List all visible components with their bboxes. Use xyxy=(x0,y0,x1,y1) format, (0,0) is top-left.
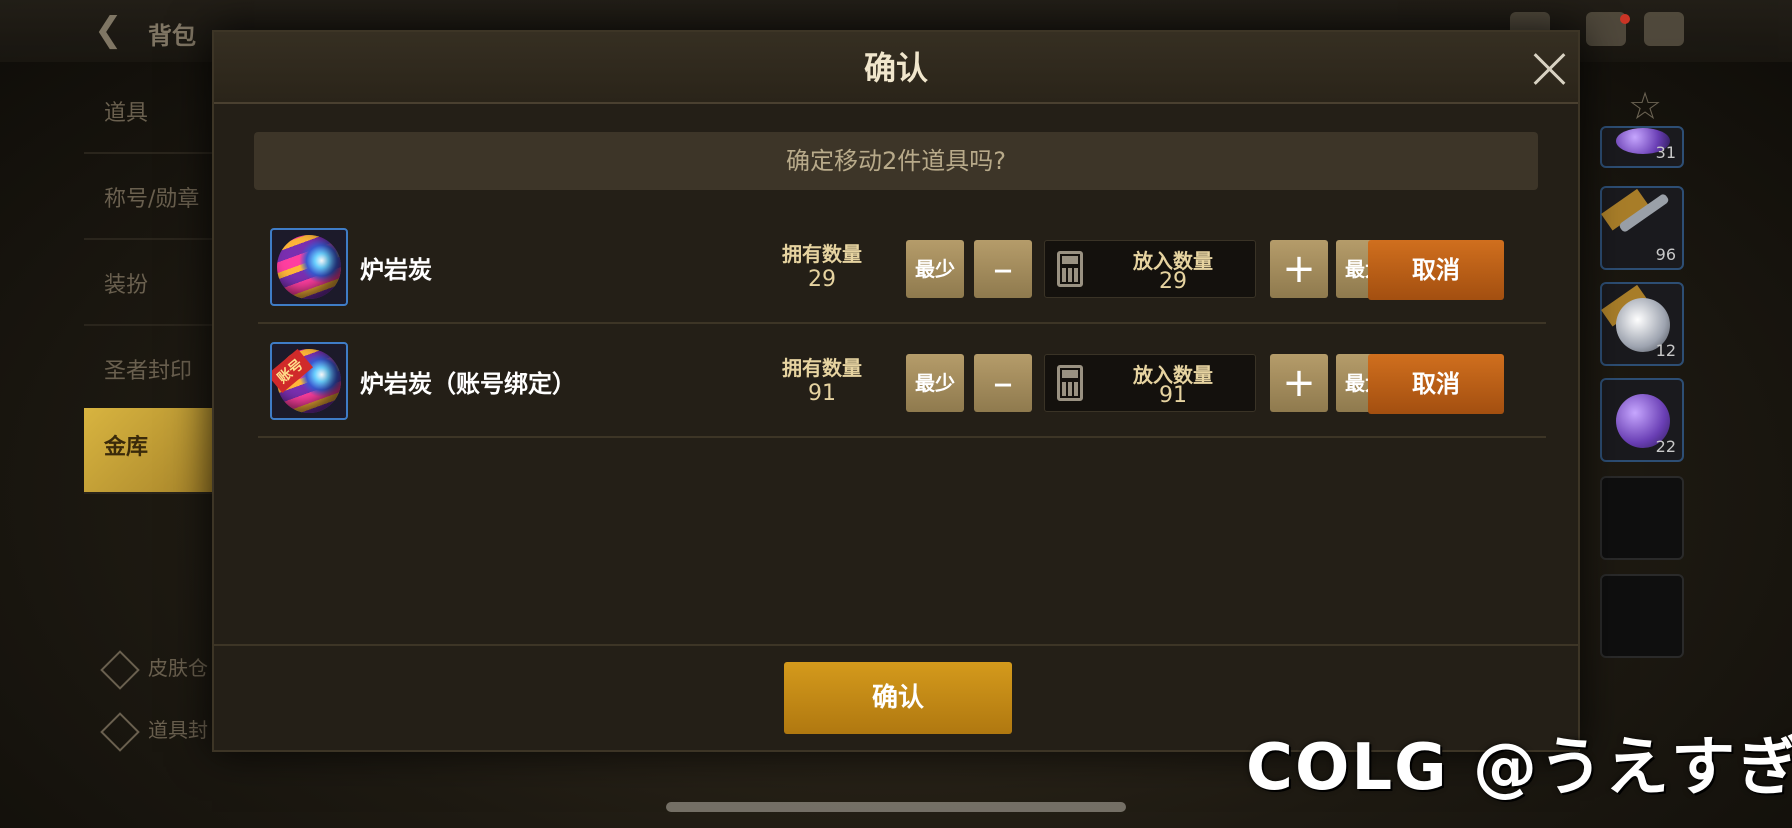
sidebar-item-seal[interactable]: 圣者封印 xyxy=(84,332,212,412)
dialog-title: 确认 xyxy=(863,49,928,87)
cancel-button[interactable]: 取消 xyxy=(1368,240,1504,300)
sidebar-bottom-label: 皮肤仓 xyxy=(148,656,208,680)
quantity-input[interactable]: 放入数量 91 xyxy=(1044,354,1256,412)
min-button[interactable]: 最少 xyxy=(906,240,964,298)
sidebar-item-items[interactable]: 道具 xyxy=(84,74,212,154)
min-button[interactable]: 最少 xyxy=(906,354,964,412)
home-indicator[interactable] xyxy=(666,802,1126,812)
inventory-slot[interactable]: 96 xyxy=(1600,186,1684,270)
close-icon[interactable] xyxy=(1526,44,1574,92)
sidebar-bottom-skin[interactable]: 皮肤仓 xyxy=(100,649,208,690)
cancel-button[interactable]: 取消 xyxy=(1368,354,1504,414)
diamond-icon xyxy=(100,711,140,752)
owned-value: 91 xyxy=(808,381,836,406)
quantity-value: 29 xyxy=(1159,269,1187,294)
favorite-star-icon[interactable]: ☆ xyxy=(1628,84,1662,128)
calculator-icon[interactable] xyxy=(1057,251,1083,287)
confirm-dialog: 确认 确定移动2件道具吗? 炉岩炭 拥有数量 29 最少 – 放入数量 29 +… xyxy=(212,30,1580,752)
sidebar-item-titles[interactable]: 称号/勋章 xyxy=(84,160,212,240)
owned-label: 拥有数量 xyxy=(782,356,862,380)
plus-button[interactable]: + xyxy=(1270,354,1328,412)
watermark-text: COLG @うえすぎ xyxy=(1246,731,1792,805)
owned-value: 29 xyxy=(808,267,836,292)
dialog-header: 确认 xyxy=(214,32,1578,104)
owned-label: 拥有数量 xyxy=(782,242,862,266)
inventory-slot-empty[interactable] xyxy=(1600,476,1684,560)
item-icon: 账号 xyxy=(270,342,348,420)
back-arrow-icon[interactable]: ❮ xyxy=(94,12,134,48)
inventory-slot[interactable]: 12 xyxy=(1600,282,1684,366)
item-name: 炉岩炭（账号绑定） xyxy=(360,370,576,398)
quantity-value: 91 xyxy=(1159,383,1187,408)
chat-icon[interactable] xyxy=(1644,12,1684,46)
quantity-input[interactable]: 放入数量 29 xyxy=(1044,240,1256,298)
calculator-icon[interactable] xyxy=(1057,365,1083,401)
slot-count: 31 xyxy=(1655,143,1676,162)
inventory-slot-empty[interactable] xyxy=(1600,574,1684,658)
notification-dot xyxy=(1620,14,1630,24)
page-title: 背包 xyxy=(148,22,196,50)
sidebar: 道具 称号/勋章 装扮 圣者封印 金库 xyxy=(84,62,212,822)
sidebar-bottom-label: 道具封 xyxy=(148,718,208,742)
owned-quantity: 拥有数量 91 xyxy=(772,352,872,406)
inventory-grid: 31 96 12 22 xyxy=(1600,126,1690,690)
owned-quantity: 拥有数量 29 xyxy=(772,238,872,292)
inventory-slot[interactable]: 31 xyxy=(1600,126,1684,168)
item-icon xyxy=(270,228,348,306)
minus-button[interactable]: – xyxy=(974,354,1032,412)
list-item: 炉岩炭 拥有数量 29 最少 – 放入数量 29 + 最大 取消 xyxy=(258,212,1546,324)
footer-divider xyxy=(214,644,1578,646)
sidebar-item-avatar[interactable]: 装扮 xyxy=(84,246,212,326)
list-item: 账号 炉岩炭（账号绑定） 拥有数量 91 最少 – 放入数量 91 + 最大 取… xyxy=(258,326,1546,438)
sidebar-bottom-seal[interactable]: 道具封 xyxy=(100,711,208,752)
item-name: 炉岩炭 xyxy=(360,256,432,284)
slot-count: 96 xyxy=(1655,245,1676,264)
slot-count: 12 xyxy=(1655,341,1676,360)
lava-coal-orb-icon xyxy=(277,235,341,299)
confirm-button[interactable]: 确认 xyxy=(784,662,1012,734)
inventory-slot[interactable]: 22 xyxy=(1600,378,1684,462)
slot-count: 22 xyxy=(1655,437,1676,456)
confirm-message: 确定移动2件道具吗? xyxy=(254,132,1538,190)
plus-button[interactable]: + xyxy=(1270,240,1328,298)
minus-button[interactable]: – xyxy=(974,240,1032,298)
diamond-icon xyxy=(100,649,140,690)
sidebar-item-vault[interactable]: 金库 xyxy=(84,408,212,494)
